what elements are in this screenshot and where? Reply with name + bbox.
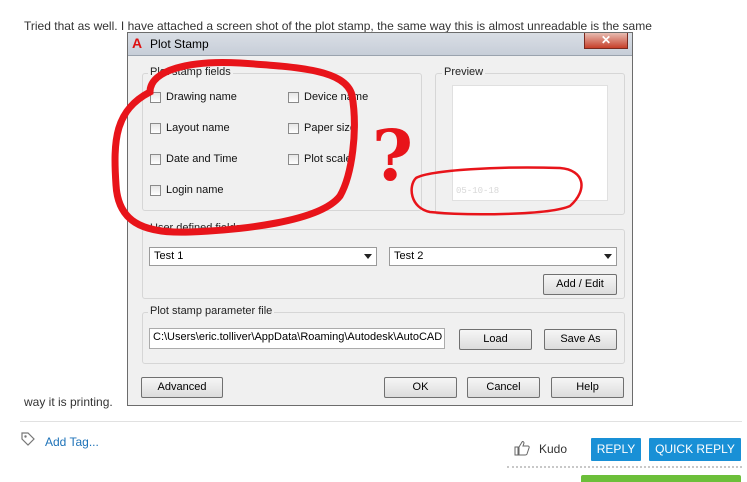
green-action-bar[interactable]	[581, 475, 741, 482]
reply-button[interactable]: REPLY	[591, 438, 641, 461]
annotation-circle-fields	[111, 59, 358, 236]
dotted-separator	[507, 466, 742, 469]
annotation-question-mark: ?	[372, 114, 413, 197]
quick-reply-button[interactable]: QUICK REPLY	[649, 438, 741, 461]
annotation-circle-preview	[410, 166, 583, 216]
thumbs-up-icon[interactable]	[514, 440, 530, 456]
red-annotation-overlay: ?	[111, 59, 583, 236]
kudo-label[interactable]: Kudo	[539, 442, 567, 456]
add-tag-link[interactable]: Add Tag...	[45, 435, 99, 449]
tag-icon	[21, 432, 35, 446]
divider	[20, 421, 742, 422]
